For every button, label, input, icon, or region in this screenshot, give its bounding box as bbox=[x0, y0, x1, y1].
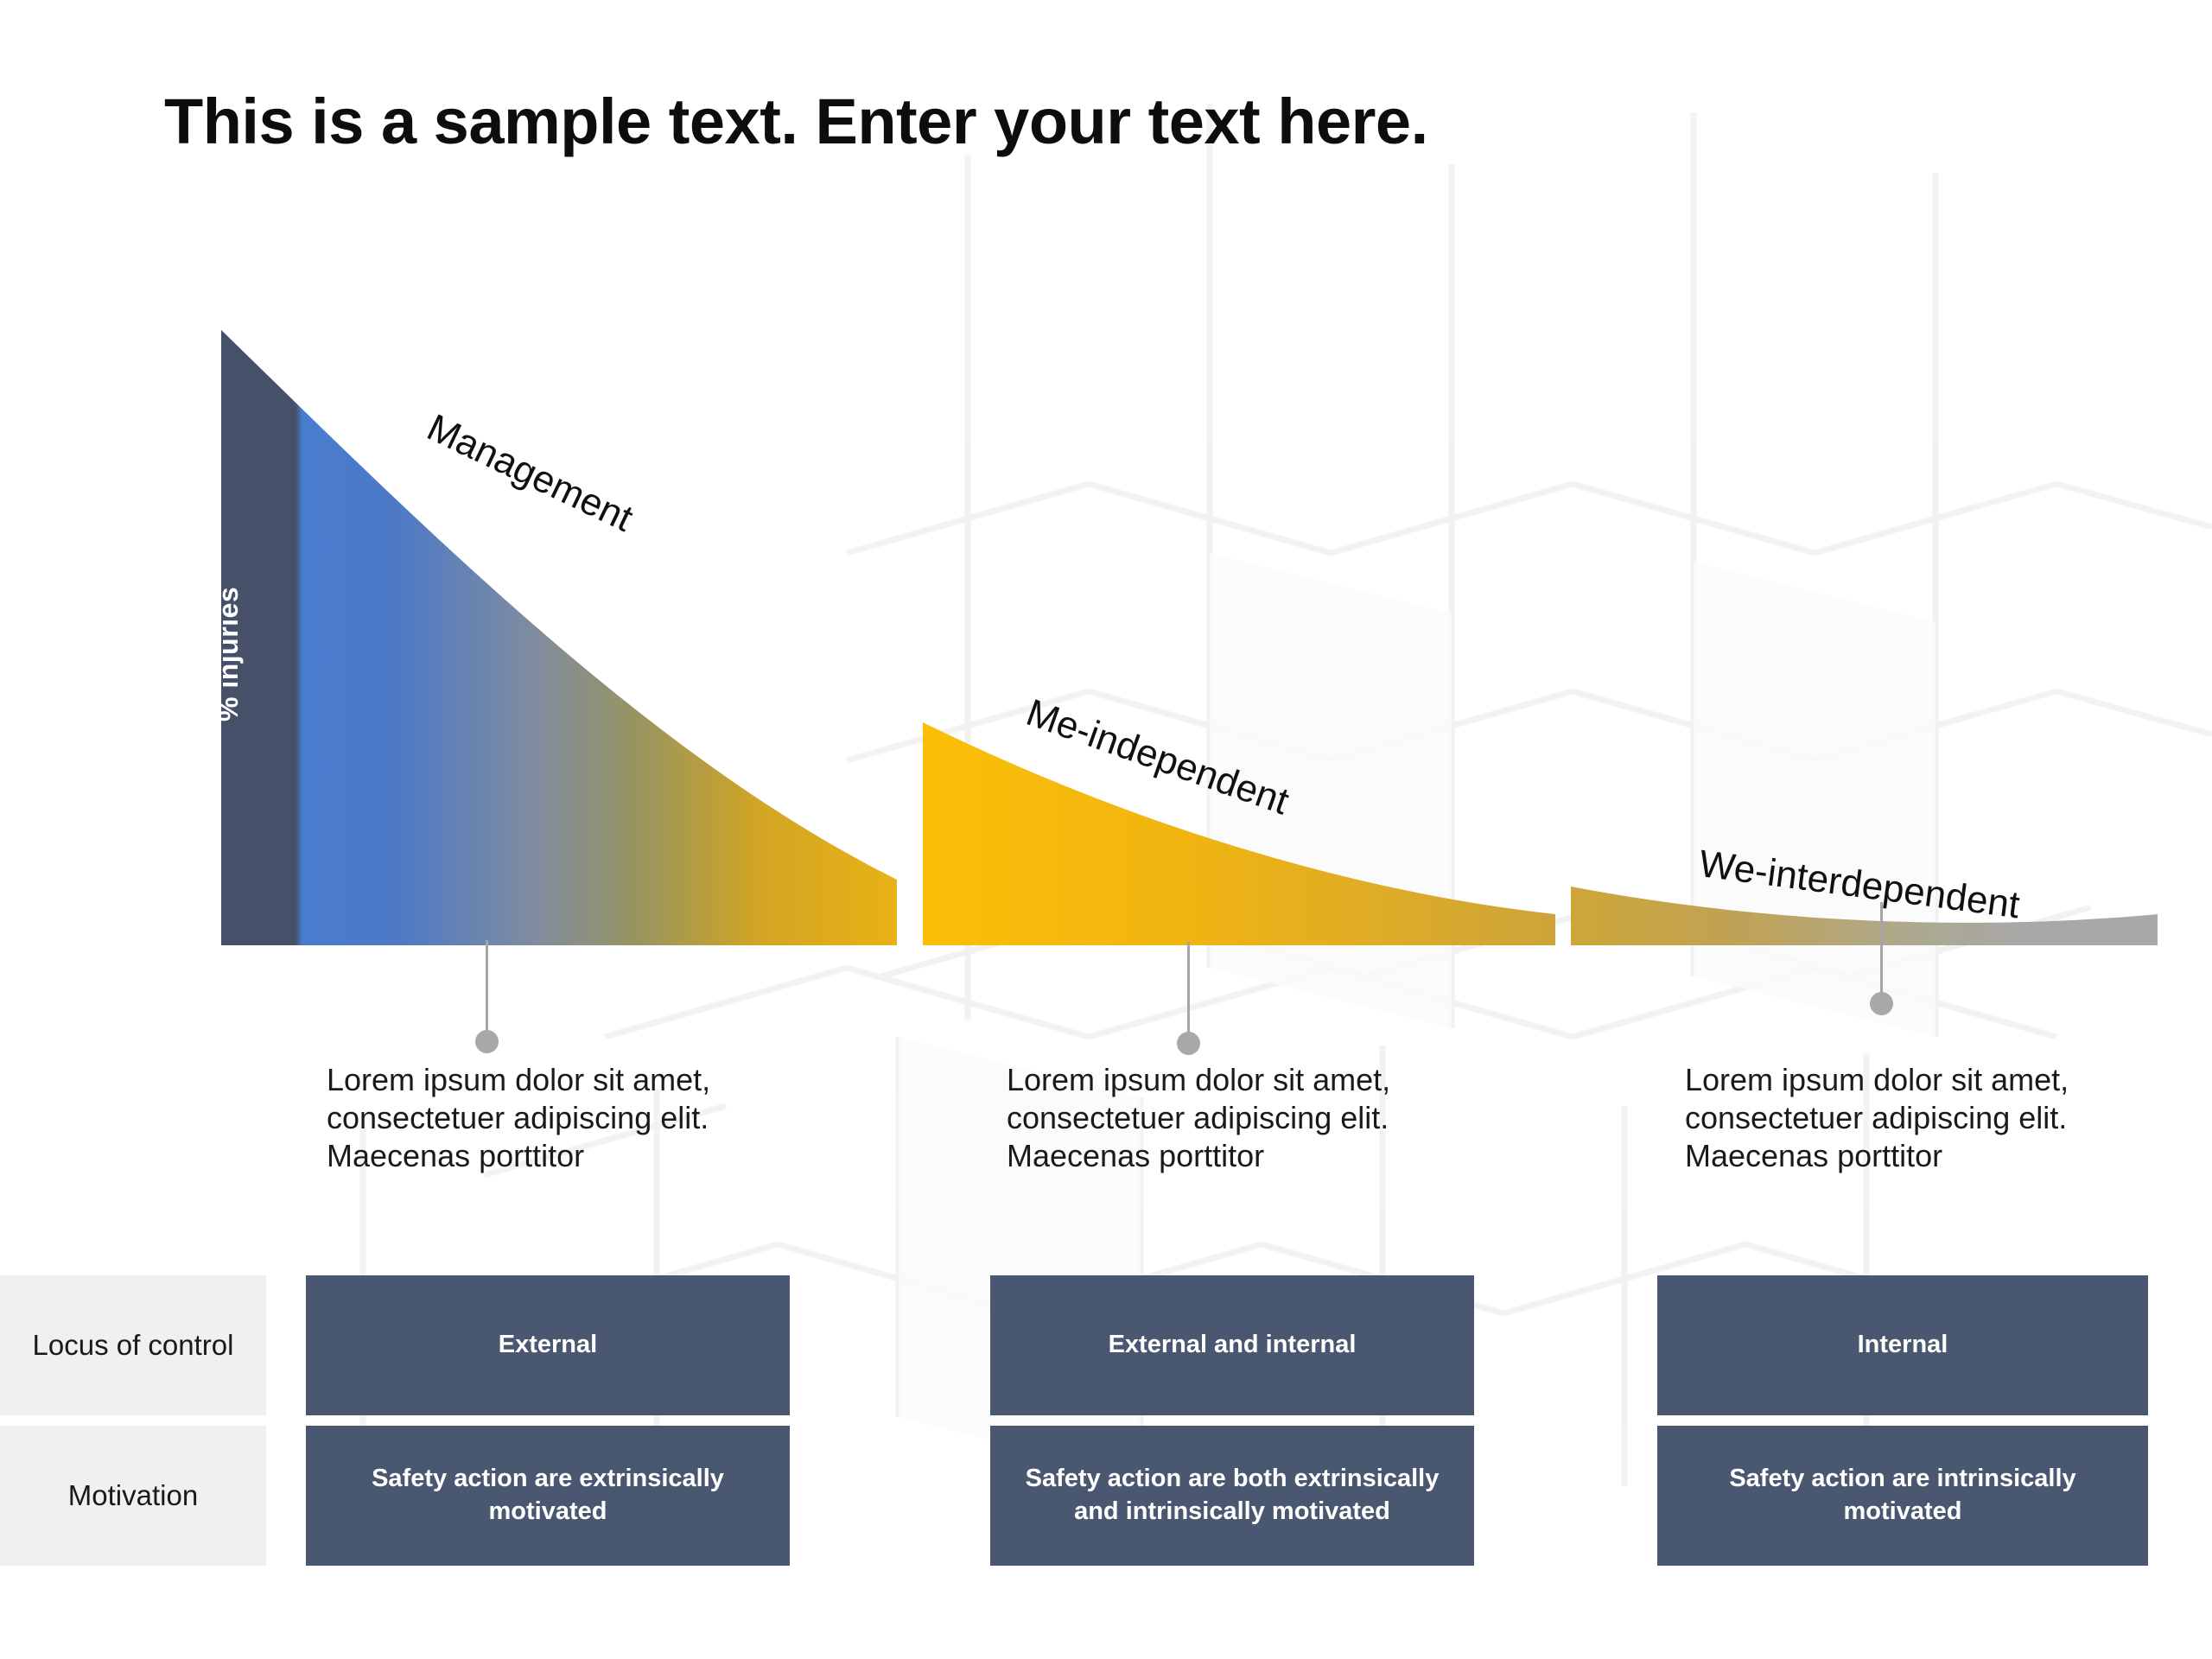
connector-stem bbox=[1880, 902, 1883, 995]
matrix-cell-motivation-me-independent: Safety action are both extrinsically and… bbox=[990, 1426, 1474, 1566]
connector-dot-icon bbox=[1870, 992, 1893, 1015]
matrix-cell-locus-me-independent: External and internal bbox=[990, 1275, 1474, 1415]
chart-axis-label-injuries: % injuries bbox=[213, 586, 244, 721]
chart-segment-me-independent bbox=[923, 722, 1555, 945]
chart-stage-label-me-independent: Me-independent bbox=[1020, 691, 1294, 823]
matrix-row-motivation: Motivation Safety action are extrinsical… bbox=[0, 1426, 2212, 1566]
stage-description-we-interdependent: Lorem ipsum dolor sit amet, consectetuer… bbox=[1685, 1062, 2069, 1173]
matrix-row-header-locus-of-control: Locus of control bbox=[0, 1275, 266, 1415]
matrix-row-locus-of-control: Locus of control External External and i… bbox=[0, 1275, 2212, 1415]
page-title: This is a sample text. Enter your text h… bbox=[164, 86, 1428, 157]
stage-description-me-independent: Lorem ipsum dolor sit amet, consectetuer… bbox=[1007, 1062, 1391, 1173]
chart-segment-management bbox=[221, 330, 897, 945]
attribute-matrix: Locus of control External External and i… bbox=[0, 1275, 2212, 1566]
matrix-cell-motivation-management: Safety action are extrinsically motivate… bbox=[306, 1426, 790, 1566]
matrix-cell-motivation-we-interdependent: Safety action are intrinsically motivate… bbox=[1657, 1426, 2148, 1566]
connector-stem bbox=[486, 940, 488, 1033]
connector-dot-icon bbox=[475, 1030, 499, 1053]
matrix-row-header-motivation: Motivation bbox=[0, 1426, 266, 1566]
connector-dot-icon bbox=[1177, 1032, 1200, 1055]
matrix-cell-locus-we-interdependent: Internal bbox=[1657, 1275, 2148, 1415]
stage-description-management: Lorem ipsum dolor sit amet, consectetuer… bbox=[327, 1062, 711, 1173]
matrix-cell-locus-management: External bbox=[306, 1275, 790, 1415]
chart-stage-label-management: Management bbox=[420, 406, 639, 540]
connector-stem bbox=[1187, 942, 1190, 1035]
chart-stage-label-we-interdependent: We-interdependent bbox=[1696, 842, 2023, 927]
